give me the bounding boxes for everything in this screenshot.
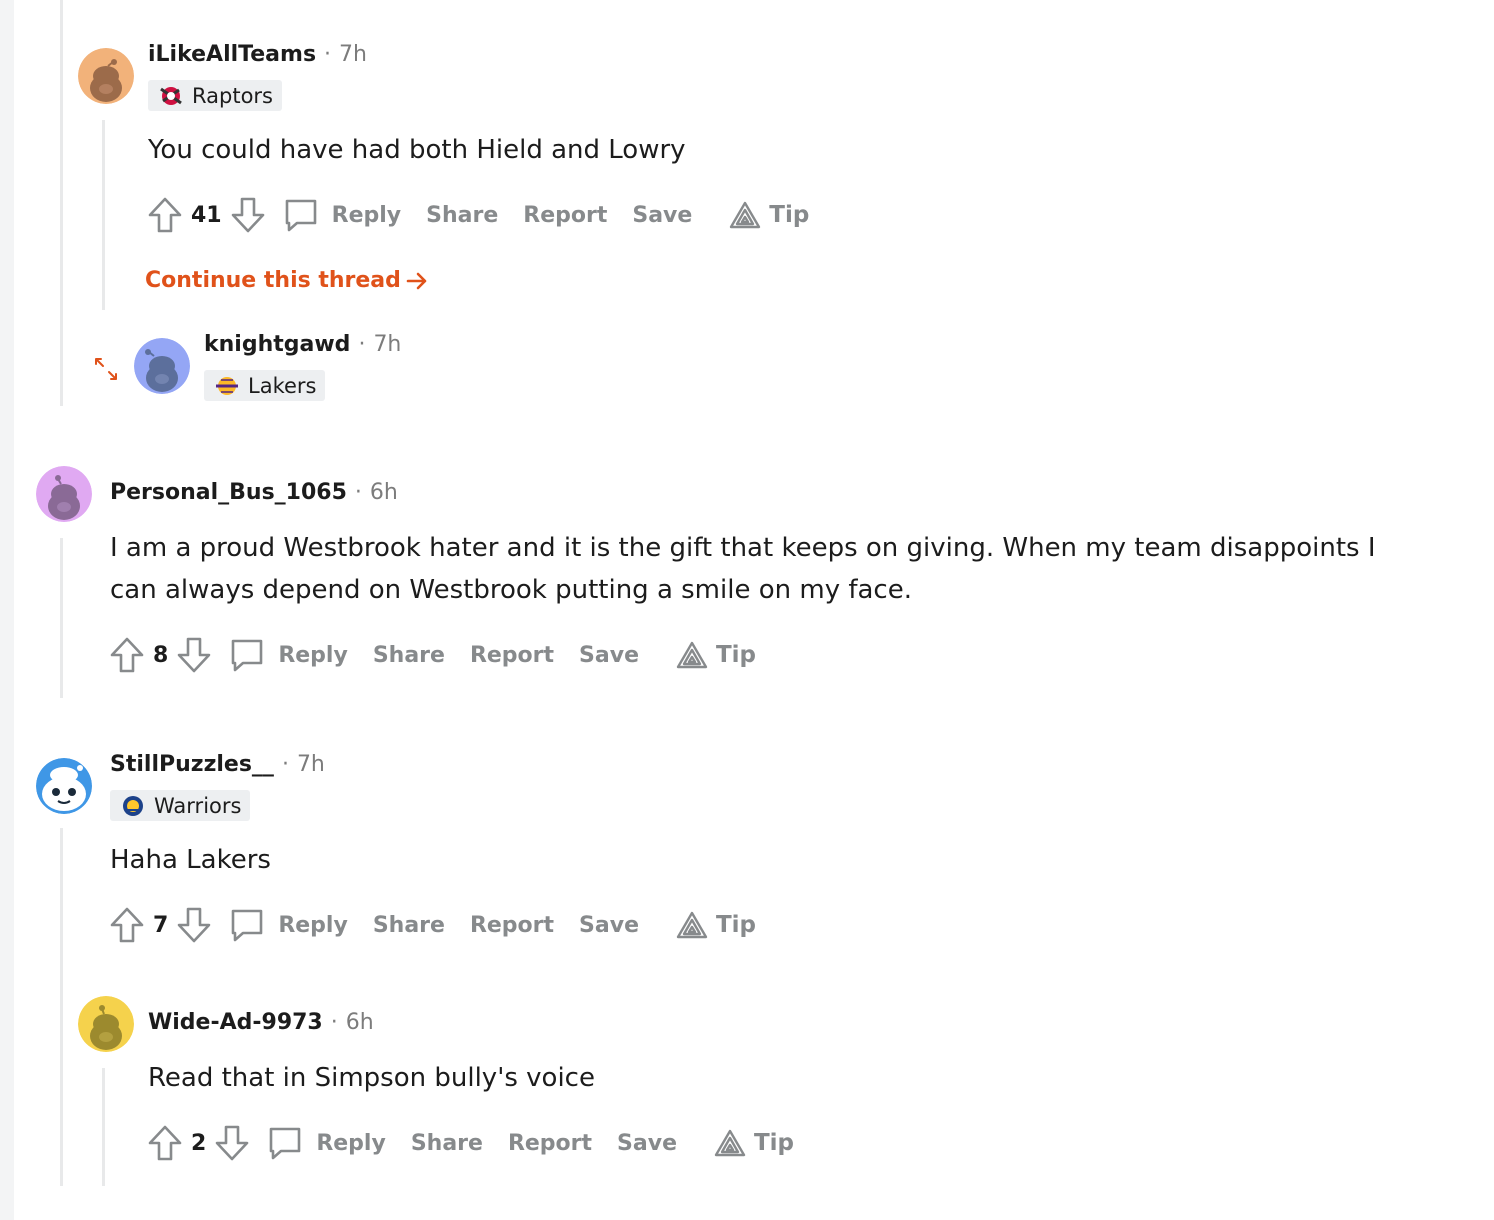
share-button[interactable]: Share (373, 643, 445, 668)
comment-icon (270, 1127, 301, 1160)
username[interactable]: iLikeAllTeams (148, 42, 316, 67)
vote-count: 2 (191, 1130, 207, 1156)
raptors-logo-icon (156, 85, 186, 107)
save-button[interactable]: Save (632, 203, 692, 228)
tip-icon (730, 201, 761, 229)
username[interactable]: Personal_Bus_1065 (110, 480, 347, 505)
comment-body: Read that in Simpson bully's voice (148, 1063, 595, 1093)
upvote-icon[interactable] (107, 905, 147, 945)
comment-icon (232, 639, 263, 672)
user-flair: Raptors (148, 80, 282, 111)
timestamp[interactable]: 7h (373, 332, 401, 357)
tip-icon (714, 1129, 746, 1157)
report-button[interactable]: Report (470, 643, 554, 668)
downvote-icon[interactable] (212, 1123, 252, 1163)
lakers-logo-icon (212, 375, 242, 397)
reply-label: Reply (278, 642, 348, 668)
share-button[interactable]: Share (426, 203, 498, 228)
report-button[interactable]: Report (470, 913, 554, 938)
reply-label: Reply (331, 202, 402, 228)
username[interactable]: knightgawd (204, 332, 350, 357)
timestamp[interactable]: 6h (346, 1010, 374, 1035)
tip-button[interactable]: Tip (729, 201, 809, 229)
avatar[interactable] (36, 466, 92, 522)
upvote-icon[interactable] (145, 195, 185, 235)
comment-icon (232, 909, 263, 942)
continue-thread-link[interactable]: Continue this thread (145, 268, 429, 293)
tip-icon (676, 641, 708, 669)
timestamp[interactable]: 7h (339, 42, 367, 67)
save-button[interactable]: Save (617, 1131, 677, 1156)
share-button[interactable]: Share (373, 913, 445, 938)
comment-body: Haha Lakers (110, 845, 271, 875)
save-button[interactable]: Save (579, 643, 639, 668)
avatar[interactable] (78, 996, 134, 1052)
downvote-icon[interactable] (174, 905, 214, 945)
thread-line[interactable] (60, 538, 63, 698)
arrow-right-icon (406, 272, 427, 289)
tip-button[interactable]: Tip (676, 641, 756, 669)
expand-icon[interactable] (93, 356, 119, 382)
comment-body: You could have had both Hield and Lowry (148, 135, 686, 165)
tip-icon (676, 911, 708, 939)
avatar[interactable] (78, 48, 134, 104)
vote-count: 8 (153, 642, 169, 668)
separator-dot: · (330, 1010, 338, 1035)
downvote-icon[interactable] (228, 195, 268, 235)
continue-thread-label: Continue this thread (145, 268, 401, 293)
warriors-logo-icon (118, 795, 148, 817)
share-button[interactable]: Share (411, 1131, 483, 1156)
tip-button[interactable]: Tip (676, 911, 756, 939)
flair-label: Warriors (154, 793, 242, 818)
thread-line[interactable] (102, 120, 105, 310)
avatar[interactable] (134, 338, 190, 394)
flair-label: Lakers (248, 373, 317, 398)
avatar[interactable] (36, 758, 92, 814)
upvote-icon[interactable] (107, 635, 147, 675)
vote-count: 41 (191, 202, 222, 228)
vote-count: 7 (153, 912, 169, 938)
reply-button[interactable]: Reply (282, 196, 402, 234)
downvote-icon[interactable] (174, 635, 214, 675)
timestamp[interactable]: 6h (370, 480, 398, 505)
tip-button[interactable]: Tip (714, 1129, 794, 1157)
username[interactable]: StillPuzzles__ (110, 752, 274, 777)
comment-icon (285, 199, 316, 232)
flair-label: Raptors (192, 83, 273, 108)
separator-dot: · (358, 332, 366, 357)
report-button[interactable]: Report (523, 203, 607, 228)
user-flair: Lakers (204, 370, 326, 401)
thread-line[interactable] (102, 1068, 105, 1186)
tip-label: Tip (753, 1130, 795, 1156)
reply-button[interactable]: Reply (228, 636, 348, 674)
tip-label: Tip (769, 202, 810, 228)
reply-button[interactable]: Reply (228, 906, 348, 944)
reply-button[interactable]: Reply (266, 1124, 386, 1162)
timestamp[interactable]: 7h (297, 752, 325, 777)
tip-label: Tip (715, 642, 757, 668)
thread-line[interactable] (60, 0, 63, 406)
username[interactable]: Wide-Ad-9973 (148, 1010, 323, 1035)
user-flair: Warriors (110, 790, 251, 821)
report-button[interactable]: Report (508, 1131, 592, 1156)
save-button[interactable]: Save (579, 913, 639, 938)
comment-body: I am a proud Westbrook hater and it is t… (110, 533, 1376, 605)
reply-label: Reply (316, 1130, 386, 1156)
tip-label: Tip (715, 912, 757, 938)
left-gutter (0, 0, 14, 1220)
reply-label: Reply (278, 912, 348, 938)
separator-dot: · (324, 42, 332, 67)
thread-line[interactable] (60, 828, 63, 1186)
upvote-icon[interactable] (145, 1123, 185, 1163)
separator-dot: · (281, 752, 289, 777)
separator-dot: · (354, 480, 362, 505)
